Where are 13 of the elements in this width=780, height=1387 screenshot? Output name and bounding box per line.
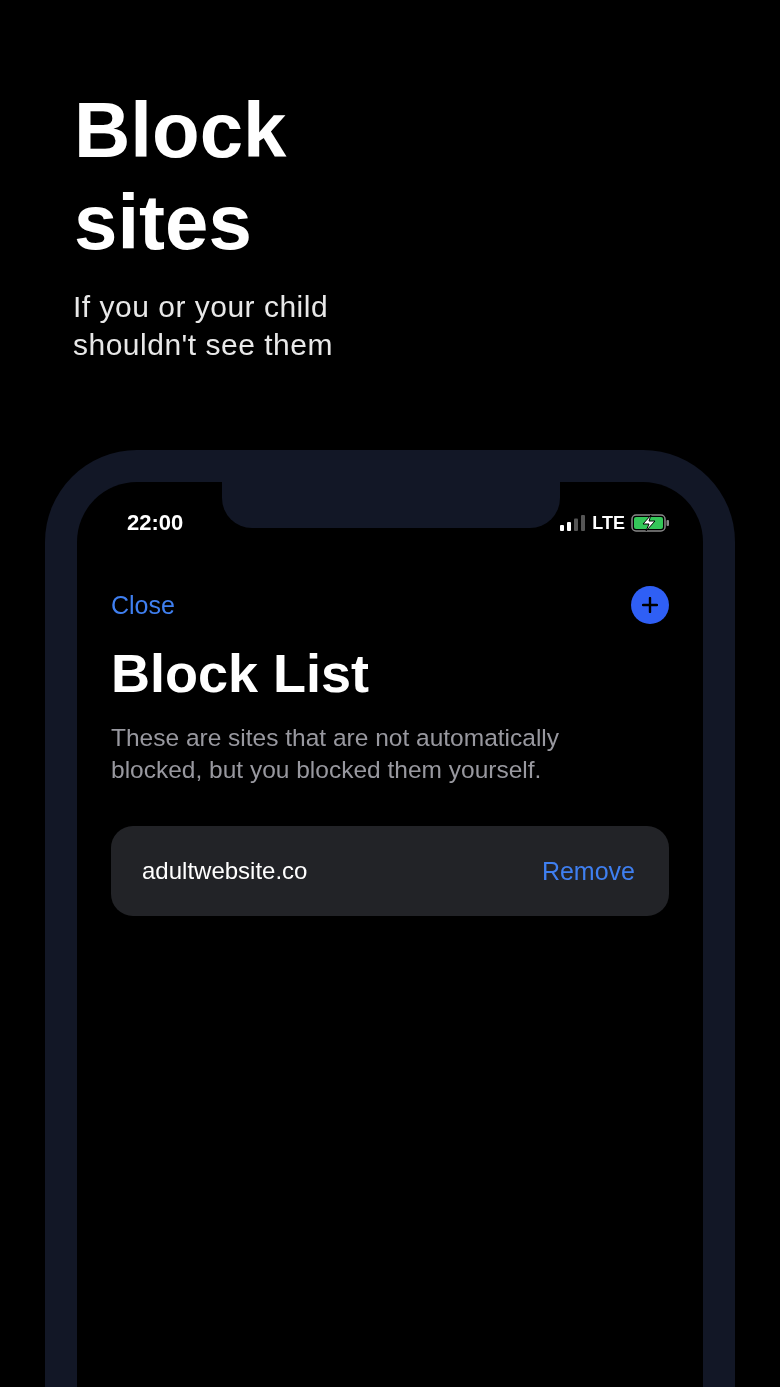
network-label: LTE [592,512,625,534]
headline: Block sites [74,85,288,268]
page-description: These are sites that are not automatically blocked, but you blocked them yourself. [111,723,561,785]
battery-charging-icon [631,514,671,532]
add-button[interactable] [631,586,669,624]
status-time: 22:00 [127,510,184,536]
remove-button[interactable]: Remove [541,856,635,886]
signal-icon [560,515,587,531]
subtitle: If you or your child shouldn't see them [73,289,334,363]
plus-icon [642,597,658,613]
page-title: Block List [111,642,371,705]
close-button[interactable]: Close [111,590,175,620]
site-domain: adultwebsite.co [142,857,308,885]
